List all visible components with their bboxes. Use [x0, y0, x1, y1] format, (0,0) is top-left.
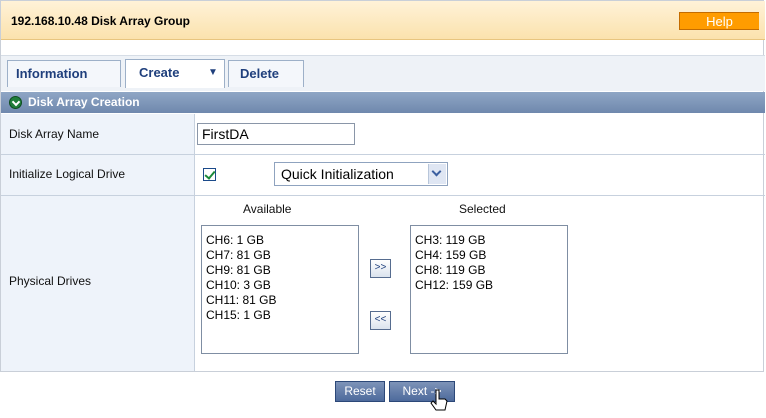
- tab-information[interactable]: Information: [7, 60, 121, 87]
- tab-delete[interactable]: Delete: [228, 60, 304, 87]
- tab-strip: Information Create ▼ Delete: [1, 55, 765, 91]
- form-row-physical-drives: Physical Drives: [1, 196, 765, 371]
- tab-create-label: Create: [139, 65, 180, 80]
- title-bar: 192.168.10.48 Disk Array Group: [1, 1, 765, 40]
- tab-create[interactable]: Create ▼: [125, 59, 225, 88]
- reset-button[interactable]: Reset: [335, 381, 385, 402]
- selected-drives-list[interactable]: CH3: 119 GB CH4: 159 GB CH8: 119 GB CH12…: [410, 225, 568, 354]
- list-item[interactable]: CH4: 159 GB: [415, 248, 567, 263]
- list-item[interactable]: CH3: 119 GB: [415, 233, 567, 248]
- remove-drive-button[interactable]: <<: [370, 311, 391, 330]
- caret-down-icon[interactable]: ▼: [208, 60, 218, 86]
- available-heading: Available: [243, 202, 292, 216]
- chevron-down-circle-icon[interactable]: [9, 96, 22, 109]
- section-title: Disk Array Creation: [28, 95, 140, 109]
- form-row-name: Disk Array Name: [1, 114, 765, 155]
- dropdown-arrow-icon[interactable]: [428, 164, 446, 184]
- page-title: 192.168.10.48 Disk Array Group: [11, 14, 190, 28]
- list-item[interactable]: CH12: 159 GB: [415, 278, 567, 293]
- tab-information-label: Information: [16, 66, 88, 81]
- disk-array-name-label: Disk Array Name: [9, 127, 100, 141]
- selected-heading: Selected: [459, 202, 506, 216]
- physical-drives-label: Physical Drives: [9, 274, 92, 288]
- initialize-checkbox[interactable]: [203, 168, 216, 181]
- label-cell: Disk Array Name: [1, 114, 195, 154]
- label-cell: Physical Drives: [1, 196, 195, 371]
- list-item[interactable]: CH8: 119 GB: [415, 263, 567, 278]
- tab-delete-label: Delete: [240, 66, 280, 81]
- help-button[interactable]: Help: [679, 12, 759, 30]
- add-drive-button[interactable]: >>: [370, 259, 391, 278]
- list-item[interactable]: CH9: 81 GB: [206, 263, 358, 278]
- disk-array-name-input[interactable]: FirstDA: [197, 123, 355, 145]
- section-header[interactable]: Disk Array Creation: [1, 92, 765, 113]
- list-item[interactable]: CH6: 1 GB: [206, 233, 358, 248]
- initialization-type-select[interactable]: Quick Initialization: [274, 162, 448, 186]
- available-drives-list[interactable]: CH6: 1 GB CH7: 81 GB CH9: 81 GB CH10: 3 …: [201, 225, 359, 354]
- mouse-pointer-icon: [430, 389, 448, 411]
- list-item[interactable]: CH15: 1 GB: [206, 308, 358, 323]
- initialization-type-value: Quick Initialization: [281, 166, 394, 182]
- label-cell: Initialize Logical Drive: [1, 155, 195, 195]
- initialize-logical-drive-label: Initialize Logical Drive: [9, 167, 126, 181]
- list-item[interactable]: CH10: 3 GB: [206, 278, 358, 293]
- list-item[interactable]: CH11: 81 GB: [206, 293, 358, 308]
- list-item[interactable]: CH7: 81 GB: [206, 248, 358, 263]
